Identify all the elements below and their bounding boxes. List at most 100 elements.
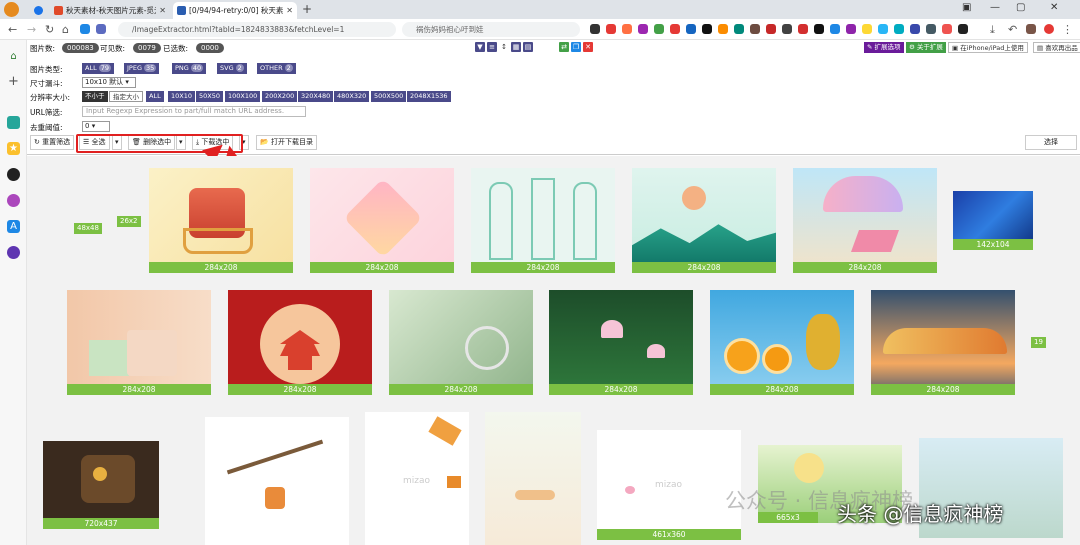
thumbnail-blue-texture[interactable]: 142x104 — [953, 191, 1033, 250]
extension-icon[interactable] — [942, 24, 952, 34]
tab-mizao[interactable]: 秋天素材-秋天图片元素-觅元素 ✕ — [50, 2, 170, 19]
iphone-button[interactable]: ▣ 在iPhone/iPad上使用 — [948, 42, 1028, 53]
extension-icon[interactable] — [654, 24, 664, 34]
extension-icon[interactable] — [782, 24, 792, 34]
list-icon[interactable]: ≡ — [487, 42, 497, 52]
url-bar[interactable]: /ImageExtractor.html?tabId=1824833883&fe… — [118, 22, 396, 37]
res-option-exact[interactable]: 指定大小 — [109, 91, 143, 102]
thumbnail-beach[interactable]: 284x208 — [793, 168, 937, 273]
filter-icon[interactable]: ▼ — [475, 42, 485, 52]
game-icon[interactable] — [7, 168, 20, 181]
extension-icon[interactable] — [910, 24, 920, 34]
profile-icon[interactable] — [1044, 24, 1054, 34]
extension-icon[interactable] — [718, 24, 728, 34]
extension-icon[interactable] — [702, 24, 712, 34]
ai-icon[interactable]: A — [7, 220, 20, 233]
res-option-all[interactable]: ALL — [146, 91, 164, 102]
res-option-100[interactable]: 100X100 — [225, 91, 261, 102]
extension-icon[interactable] — [878, 24, 888, 34]
grid-icon[interactable]: ▦ — [511, 42, 521, 52]
reload-icon[interactable]: ↻ — [45, 23, 54, 36]
window-close-icon[interactable]: ✕ — [1050, 2, 1058, 13]
tab-search-icon[interactable]: ▣ — [962, 2, 971, 13]
extension-icon[interactable] — [766, 24, 776, 34]
tips-button[interactable]: ▤ 喜欢再出品 — [1033, 42, 1080, 53]
extension-icon[interactable] — [638, 24, 648, 34]
thumbnail-podium[interactable]: 284x208 — [67, 290, 211, 395]
extension-icon[interactable] — [926, 24, 936, 34]
extension-icon[interactable] — [622, 24, 632, 34]
wallet-icon[interactable] — [1026, 24, 1036, 34]
favorites-icon[interactable]: ★ — [7, 142, 20, 155]
minimize-icon[interactable]: — — [990, 2, 1000, 13]
reset-filter-button[interactable]: ↻ 重置筛选 — [30, 135, 75, 150]
thumbnail-oranges[interactable]: 284x208 — [710, 290, 854, 395]
thumbnail-autumn-pattern[interactable] — [485, 412, 581, 545]
res-option-2048[interactable]: 2048X1536 — [407, 91, 451, 102]
thumbnail-landscape[interactable]: 284x208 — [632, 168, 776, 273]
copy-icon[interactable]: ❐ — [571, 42, 581, 52]
image-size-badge[interactable]: 26x2 — [117, 216, 141, 227]
thumbnail-heart[interactable]: 284x208 — [310, 168, 454, 273]
extension-icon[interactable] — [798, 24, 808, 34]
home-icon[interactable]: ⌂ — [62, 23, 69, 36]
res-option-min[interactable]: 不小于 — [82, 91, 108, 102]
search-box[interactable]: 祸伤妈妈祖心吁到娃 — [402, 22, 580, 37]
scissors-icon[interactable] — [590, 24, 600, 34]
maximize-icon[interactable]: ▢ — [1016, 2, 1025, 13]
res-option-50[interactable]: 50X50 — [196, 91, 223, 102]
thumbnail-osmanthus[interactable] — [205, 417, 349, 545]
swap-icon[interactable]: ⇄ — [559, 42, 569, 52]
res-option-200[interactable]: 200X200 — [262, 91, 298, 102]
dedupe-select[interactable]: 0 ▾ — [82, 121, 110, 132]
type-chip-other[interactable]: OTHER 2 — [257, 63, 296, 74]
select-button[interactable]: 选择 — [1025, 135, 1077, 150]
close-icon[interactable]: ✕ — [286, 6, 293, 15]
close-icon[interactable]: ✕ — [159, 6, 166, 15]
forward-icon[interactable]: → — [27, 23, 36, 36]
ai-assistant-icon[interactable] — [7, 194, 20, 207]
extension-icon[interactable] — [670, 24, 680, 34]
extension-options-button[interactable]: ✎ 扩展选项 — [864, 42, 904, 53]
type-chip-svg[interactable]: SVG 2 — [217, 63, 247, 74]
extension-icon[interactable] — [958, 24, 968, 34]
type-chip-jpeg[interactable]: JPEG 35 — [124, 63, 160, 74]
translate-icon[interactable] — [7, 116, 20, 129]
download-icon[interactable]: ⤓ — [990, 23, 995, 37]
thumbnail-lotus[interactable]: 284x208 — [549, 290, 693, 395]
thumbnail-shopping-cart[interactable]: 284x208 — [149, 168, 293, 273]
res-option-480x320[interactable]: 480X320 — [334, 91, 370, 102]
extension-icon[interactable] — [606, 24, 616, 34]
add-icon[interactable]: + — [7, 75, 20, 88]
undo-icon[interactable]: ↶ — [1008, 23, 1017, 36]
thumbnail-fan[interactable]: 284x208 — [389, 290, 533, 395]
image-size-badge[interactable]: 48x48 — [74, 223, 102, 234]
new-tab-button[interactable]: + — [302, 2, 312, 16]
back-icon[interactable]: ← — [8, 23, 17, 36]
thumbnail-building[interactable]: 284x208 — [871, 290, 1015, 395]
browser-logo-icon[interactable] — [4, 2, 19, 17]
extension-icon[interactable] — [894, 24, 904, 34]
extension-icon[interactable] — [846, 24, 856, 34]
clear-icon[interactable]: ✕ — [583, 42, 593, 52]
tile-icon[interactable]: ▤ — [523, 42, 533, 52]
res-option-320x480[interactable]: 320X480 — [298, 91, 334, 102]
extension-icon[interactable] — [814, 24, 824, 34]
thumbnail-maple-leaves[interactable]: mizao — [365, 412, 469, 545]
size-funnel-select[interactable]: 10x10 默认 ▾ — [82, 77, 136, 88]
res-option-500[interactable]: 500X500 — [371, 91, 407, 102]
thumbnail-petals[interactable]: mizao 461x360 — [597, 430, 741, 540]
tab-image-extractor[interactable]: [0/94/94-retry:0/0] 秋天素材 ✕ — [173, 2, 297, 19]
sort-icon[interactable]: ↕ — [499, 42, 509, 52]
home-icon[interactable]: ⌂ — [7, 50, 20, 63]
extension-icon[interactable] — [96, 24, 106, 34]
extension-icon[interactable] — [862, 24, 872, 34]
extension-icon[interactable] — [750, 24, 760, 34]
type-chip-png[interactable]: PNG 40 — [172, 63, 207, 74]
extension-icon[interactable] — [830, 24, 840, 34]
menu-icon[interactable]: ⋮ — [1062, 23, 1073, 36]
open-download-dir-button[interactable]: 📂 打开下载目录 — [256, 135, 317, 150]
extension-icon[interactable] — [734, 24, 744, 34]
thumbnail-temple[interactable]: 284x208 — [228, 290, 372, 395]
thumbnail-frames[interactable]: 284x208 — [471, 168, 615, 273]
